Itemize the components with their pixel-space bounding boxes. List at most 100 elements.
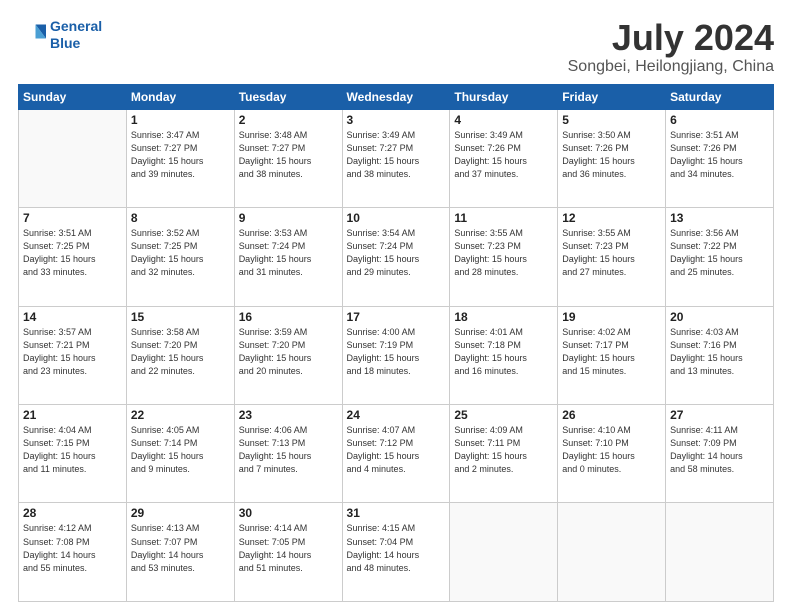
calendar-cell: 12 Sunrise: 3:55 AMSunset: 7:23 PMDayligh… [558, 208, 666, 306]
day-info: Sunrise: 3:57 AMSunset: 7:21 PMDaylight:… [23, 326, 122, 378]
calendar-week-row: 7 Sunrise: 3:51 AMSunset: 7:25 PMDaylight… [19, 208, 774, 306]
day-number: 7 [23, 211, 122, 225]
day-number: 5 [562, 113, 661, 127]
day-info: Sunrise: 3:55 AMSunset: 7:23 PMDaylight:… [454, 227, 553, 279]
day-number: 27 [670, 408, 769, 422]
weekday-header: Monday [126, 84, 234, 109]
calendar-cell: 23 Sunrise: 4:06 AMSunset: 7:13 PMDayligh… [234, 405, 342, 503]
day-number: 21 [23, 408, 122, 422]
calendar-cell: 3 Sunrise: 3:49 AMSunset: 7:27 PMDaylight… [342, 109, 450, 207]
day-number: 23 [239, 408, 338, 422]
day-number: 15 [131, 310, 230, 324]
calendar-cell: 19 Sunrise: 4:02 AMSunset: 7:17 PMDayligh… [558, 306, 666, 404]
day-info: Sunrise: 3:48 AMSunset: 7:27 PMDaylight:… [239, 129, 338, 181]
calendar-cell [558, 503, 666, 602]
day-info: Sunrise: 4:14 AMSunset: 7:05 PMDaylight:… [239, 522, 338, 574]
day-info: Sunrise: 3:52 AMSunset: 7:25 PMDaylight:… [131, 227, 230, 279]
calendar-cell: 21 Sunrise: 4:04 AMSunset: 7:15 PMDayligh… [19, 405, 127, 503]
calendar-cell: 2 Sunrise: 3:48 AMSunset: 7:27 PMDaylight… [234, 109, 342, 207]
day-info: Sunrise: 3:49 AMSunset: 7:27 PMDaylight:… [347, 129, 446, 181]
title-block: July 2024 Songbei, Heilongjiang, China [568, 18, 774, 76]
calendar-cell: 16Sunrise: 3:59 AMSunset: 7:20 PMDayligh… [234, 306, 342, 404]
weekday-header: Friday [558, 84, 666, 109]
day-info: Sunrise: 3:47 AMSunset: 7:27 PMDaylight:… [131, 129, 230, 181]
day-info: Sunrise: 3:58 AMSunset: 7:20 PMDaylight:… [131, 326, 230, 378]
calendar-table: SundayMondayTuesdayWednesdayThursdayFrid… [18, 84, 774, 602]
calendar-cell: 26Sunrise: 4:10 AMSunset: 7:10 PMDayligh… [558, 405, 666, 503]
weekday-header: Saturday [666, 84, 774, 109]
calendar-week-row: 1 Sunrise: 3:47 AMSunset: 7:27 PMDaylight… [19, 109, 774, 207]
page: General Blue July 2024 Songbei, Heilongj… [0, 0, 792, 612]
calendar-cell: 18 Sunrise: 4:01 AMSunset: 7:18 PMDayligh… [450, 306, 558, 404]
calendar-cell: 25 Sunrise: 4:09 AMSunset: 7:11 PMDayligh… [450, 405, 558, 503]
day-number: 9 [239, 211, 338, 225]
calendar-cell: 10Sunrise: 3:54 AMSunset: 7:24 PMDayligh… [342, 208, 450, 306]
day-number: 20 [670, 310, 769, 324]
day-number: 2 [239, 113, 338, 127]
day-info: Sunrise: 3:49 AMSunset: 7:26 PMDaylight:… [454, 129, 553, 181]
day-number: 25 [454, 408, 553, 422]
day-info: Sunrise: 4:13 AMSunset: 7:07 PMDaylight:… [131, 522, 230, 574]
weekday-header: Tuesday [234, 84, 342, 109]
weekday-header: Sunday [19, 84, 127, 109]
logo-general: General [50, 18, 102, 34]
day-info: Sunrise: 4:03 AMSunset: 7:16 PMDaylight:… [670, 326, 769, 378]
day-number: 26 [562, 408, 661, 422]
day-number: 8 [131, 211, 230, 225]
calendar-header-row: SundayMondayTuesdayWednesdayThursdayFrid… [19, 84, 774, 109]
day-number: 30 [239, 506, 338, 520]
day-info: Sunrise: 4:00 AMSunset: 7:19 PMDaylight:… [347, 326, 446, 378]
day-info: Sunrise: 4:12 AMSunset: 7:08 PMDaylight:… [23, 522, 122, 574]
day-number: 28 [23, 506, 122, 520]
calendar-cell: 27 Sunrise: 4:11 AMSunset: 7:09 PMDayligh… [666, 405, 774, 503]
calendar-cell: 30 Sunrise: 4:14 AMSunset: 7:05 PMDayligh… [234, 503, 342, 602]
day-number: 17 [347, 310, 446, 324]
day-number: 11 [454, 211, 553, 225]
day-info: Sunrise: 3:53 AMSunset: 7:24 PMDaylight:… [239, 227, 338, 279]
calendar-cell: 11 Sunrise: 3:55 AMSunset: 7:23 PMDayligh… [450, 208, 558, 306]
day-info: Sunrise: 4:02 AMSunset: 7:17 PMDaylight:… [562, 326, 661, 378]
calendar-cell: 22 Sunrise: 4:05 AMSunset: 7:14 PMDayligh… [126, 405, 234, 503]
day-number: 19 [562, 310, 661, 324]
day-number: 24 [347, 408, 446, 422]
day-number: 31 [347, 506, 446, 520]
day-info: Sunrise: 4:07 AMSunset: 7:12 PMDaylight:… [347, 424, 446, 476]
calendar-cell: 24 Sunrise: 4:07 AMSunset: 7:12 PMDayligh… [342, 405, 450, 503]
calendar-cell [19, 109, 127, 207]
logo: General Blue [18, 18, 102, 52]
day-info: Sunrise: 3:51 AMSunset: 7:25 PMDaylight:… [23, 227, 122, 279]
day-info: Sunrise: 3:51 AMSunset: 7:26 PMDaylight:… [670, 129, 769, 181]
page-subtitle: Songbei, Heilongjiang, China [568, 58, 774, 76]
calendar-cell: 17 Sunrise: 4:00 AMSunset: 7:19 PMDayligh… [342, 306, 450, 404]
calendar-cell: 31Sunrise: 4:15 AMSunset: 7:04 PMDayligh… [342, 503, 450, 602]
calendar-cell: 20 Sunrise: 4:03 AMSunset: 7:16 PMDayligh… [666, 306, 774, 404]
day-number: 14 [23, 310, 122, 324]
day-number: 13 [670, 211, 769, 225]
calendar-cell: 1 Sunrise: 3:47 AMSunset: 7:27 PMDaylight… [126, 109, 234, 207]
page-title: July 2024 [568, 18, 774, 58]
day-number: 18 [454, 310, 553, 324]
day-info: Sunrise: 4:05 AMSunset: 7:14 PMDaylight:… [131, 424, 230, 476]
calendar-cell: 6 Sunrise: 3:51 AMSunset: 7:26 PMDaylight… [666, 109, 774, 207]
calendar-cell: 28 Sunrise: 4:12 AMSunset: 7:08 PMDayligh… [19, 503, 127, 602]
day-info: Sunrise: 4:01 AMSunset: 7:18 PMDaylight:… [454, 326, 553, 378]
day-info: Sunrise: 4:09 AMSunset: 7:11 PMDaylight:… [454, 424, 553, 476]
calendar-cell: 13Sunrise: 3:56 AMSunset: 7:22 PMDayligh… [666, 208, 774, 306]
calendar-cell: 15 Sunrise: 3:58 AMSunset: 7:20 PMDayligh… [126, 306, 234, 404]
day-number: 6 [670, 113, 769, 127]
calendar-cell: 7 Sunrise: 3:51 AMSunset: 7:25 PMDaylight… [19, 208, 127, 306]
day-number: 29 [131, 506, 230, 520]
day-number: 4 [454, 113, 553, 127]
day-info: Sunrise: 4:11 AMSunset: 7:09 PMDaylight:… [670, 424, 769, 476]
day-number: 12 [562, 211, 661, 225]
day-number: 22 [131, 408, 230, 422]
day-number: 3 [347, 113, 446, 127]
calendar-cell: 5Sunrise: 3:50 AMSunset: 7:26 PMDaylight… [558, 109, 666, 207]
day-info: Sunrise: 3:55 AMSunset: 7:23 PMDaylight:… [562, 227, 661, 279]
calendar-cell: 4 Sunrise: 3:49 AMSunset: 7:26 PMDaylight… [450, 109, 558, 207]
logo-blue: Blue [50, 35, 80, 51]
calendar-week-row: 14 Sunrise: 3:57 AMSunset: 7:21 PMDayligh… [19, 306, 774, 404]
day-info: Sunrise: 4:06 AMSunset: 7:13 PMDaylight:… [239, 424, 338, 476]
day-info: Sunrise: 4:04 AMSunset: 7:15 PMDaylight:… [23, 424, 122, 476]
day-number: 1 [131, 113, 230, 127]
